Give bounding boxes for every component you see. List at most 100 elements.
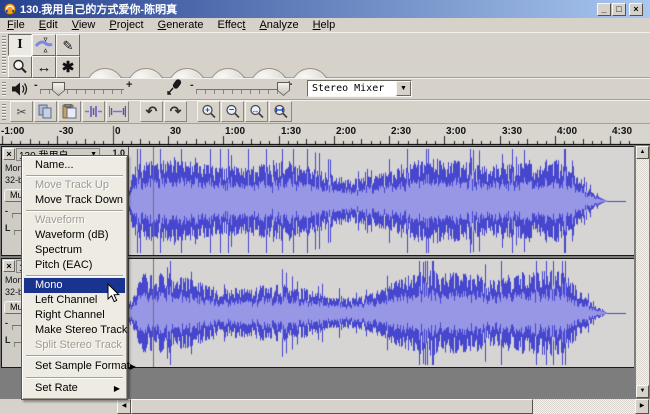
scissors-icon: ✂ — [16, 104, 27, 119]
menu-item-label: Move Track Up — [35, 179, 109, 191]
input-volume-slider[interactable] — [196, 89, 284, 94]
context-menu-item-name[interactable]: Name... — [24, 158, 125, 173]
menubar-item-edit[interactable]: Edit — [32, 18, 65, 32]
maximize-button[interactable]: □ — [612, 3, 626, 16]
zoom-in-icon: + — [201, 104, 216, 118]
ruler-label-0: 0 — [115, 126, 121, 137]
ruler-label--1:00: -1:00 — [1, 126, 25, 137]
zoom-out-icon: − — [225, 104, 240, 118]
audacity-window: 130.我用自己的方式爱你-陈明真 _ □ × File Edit View Proj… — [0, 0, 650, 414]
context-menu-item-make-stereo-track[interactable]: Make Stereo Track — [24, 323, 127, 338]
track2-pan-left: L — [5, 335, 11, 345]
multi-tool-button[interactable]: ✱ — [56, 56, 80, 78]
svg-text:−: − — [228, 104, 233, 114]
input-source-select[interactable]: Stereo Mixer ▼ — [307, 80, 412, 97]
ruler-label--30: -30 — [59, 126, 74, 137]
zoom-tool-button[interactable] — [8, 56, 32, 78]
menubar-item-generate[interactable]: Generate — [151, 18, 211, 32]
trim-icon — [85, 106, 102, 117]
paste-button[interactable] — [58, 101, 81, 122]
fit-project-icon — [273, 104, 288, 118]
menu-separator — [24, 208, 125, 213]
menu-item-label: Set Rate — [35, 382, 78, 394]
pencil-icon: ✎ — [62, 37, 74, 53]
mouse-cursor — [107, 283, 120, 303]
menubar-item-view[interactable]: View — [65, 18, 103, 32]
ruler-label-3:00: 3:00 — [446, 126, 467, 137]
menubar-item-help[interactable]: Help — [306, 18, 343, 32]
input-minus-label: - — [190, 79, 194, 91]
redo-icon: ↷ — [169, 103, 182, 119]
menubar-item-file[interactable]: File — [0, 18, 32, 32]
undo-button[interactable]: ↶ — [140, 101, 163, 122]
zoom-out-button[interactable]: − — [221, 101, 244, 122]
menu-item-label: Spectrum — [35, 244, 83, 256]
undo-icon: ↶ — [145, 103, 158, 119]
menu-separator — [24, 375, 125, 380]
track1-pan-left: L — [5, 223, 11, 233]
title-bar[interactable]: 130.我用自己的方式爱你-陈明真 _ □ × — [0, 0, 650, 18]
menu-item-label: Mono — [35, 279, 63, 291]
track-context-menu: Name... Move Track Up Move Track Down Wavef… — [21, 155, 136, 400]
context-menu-item-set-rate[interactable]: Set Rate ▶ — [24, 380, 125, 397]
menu-bar: File Edit View Project Generate Effect Analyze… — [0, 18, 650, 32]
track2-close-button[interactable]: × — [3, 260, 15, 272]
context-menu-item-right-channel[interactable]: Right Channel — [24, 308, 125, 323]
close-button[interactable]: × — [629, 3, 643, 16]
submenu-arrow-icon: ▶ — [113, 384, 120, 393]
scroll-left-button[interactable]: ◀ — [117, 399, 131, 414]
svg-text:+: + — [205, 105, 210, 114]
cut-button[interactable]: ✂ — [10, 101, 33, 122]
minimize-button[interactable]: _ — [597, 3, 611, 16]
toolbar-grip[interactable] — [2, 104, 6, 120]
fit-selection-button[interactable]: ↔ — [245, 101, 268, 122]
timeshift-tool-button[interactable]: ↔ — [32, 56, 56, 78]
input-source-value: Stereo Mixer — [312, 83, 385, 94]
track1-close-button[interactable]: × — [3, 148, 15, 160]
ruler-label-4:00: 4:00 — [557, 126, 578, 137]
context-menu-item-pitch-eac[interactable]: Pitch (EAC) — [24, 258, 125, 273]
context-menu-item-set-sample-format[interactable]: Set Sample Format ▶ — [24, 358, 136, 375]
context-menu-item-split-stereo-track: Split Stereo Track — [24, 338, 125, 353]
vertical-scrollbar[interactable] — [636, 146, 649, 398]
scroll-right-button[interactable]: ▶ — [635, 399, 649, 414]
menubar-item-project[interactable]: Project — [102, 18, 150, 32]
ruler-label-30: 30 — [170, 126, 182, 137]
draw-tool-button[interactable]: ✎ — [56, 34, 80, 56]
toolbar-grip[interactable] — [2, 36, 6, 74]
track2-waveform[interactable] — [129, 259, 634, 367]
timeline-ruler[interactable]: -1:00 -30 0 30 1:00 1:30 2:00 2:30 3:00 3:30 4:00 4… — [0, 124, 650, 145]
track1-waveform[interactable] — [129, 147, 634, 255]
ruler-label-1:00: 1:00 — [225, 126, 246, 137]
menu-item-label: Move Track Down — [35, 194, 124, 206]
zoom-in-button[interactable]: + — [197, 101, 220, 122]
menu-item-label: Split Stereo Track — [35, 339, 122, 351]
horizontal-scrollbar-thumb[interactable] — [131, 399, 533, 414]
envelope-tool-button[interactable] — [32, 34, 56, 56]
context-menu-item-waveform-db[interactable]: Waveform (dB) — [24, 228, 125, 243]
menu-item-label: Left Channel — [35, 294, 98, 306]
ruler-label-1:30: 1:30 — [281, 126, 302, 137]
menubar-item-analyze[interactable]: Analyze — [252, 18, 305, 32]
fit-project-button[interactable] — [269, 101, 292, 122]
scroll-up-button[interactable]: ▲ — [636, 146, 649, 159]
redo-button[interactable]: ↷ — [164, 101, 187, 122]
track2-gain-minus: - — [5, 318, 8, 328]
scroll-down-button[interactable]: ▼ — [636, 385, 649, 398]
toolbar-grip[interactable] — [2, 82, 6, 96]
fit-selection-icon: ↔ — [249, 104, 264, 118]
context-menu-item-move-track-down[interactable]: Move Track Down — [24, 193, 125, 208]
trim-outside-selection-button[interactable] — [82, 101, 105, 122]
ruler-label-2:00: 2:00 — [336, 126, 357, 137]
magnifier-icon — [13, 59, 27, 74]
menubar-item-effect[interactable]: Effect — [211, 18, 253, 32]
ibeam-icon: I — [17, 37, 23, 52]
selection-tool-button[interactable]: I — [8, 34, 32, 56]
copy-button[interactable] — [34, 101, 57, 122]
context-menu-item-move-track-up: Move Track Up — [24, 178, 125, 193]
menu-separator — [24, 273, 125, 278]
menu-item-label: Waveform — [35, 214, 85, 226]
silence-selection-button[interactable] — [106, 101, 129, 122]
context-menu-item-spectrum[interactable]: Spectrum — [24, 243, 125, 258]
combo-dropdown-button[interactable]: ▼ — [396, 81, 411, 96]
